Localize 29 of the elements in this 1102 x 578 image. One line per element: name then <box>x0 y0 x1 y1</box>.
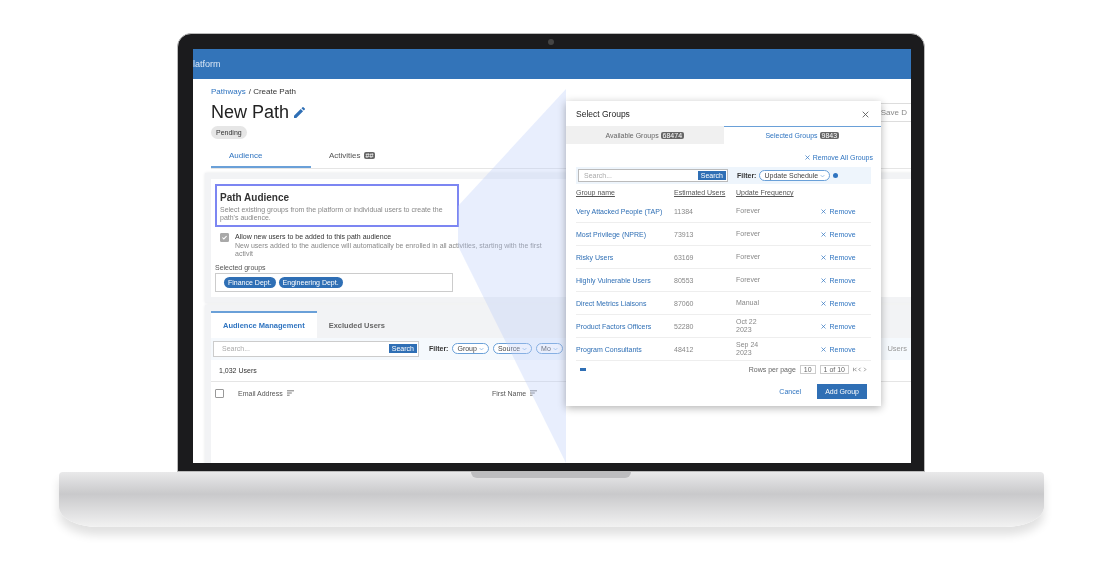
dialog-title: Select Groups <box>576 109 630 119</box>
chevron-down-icon <box>478 346 484 351</box>
close-icon <box>821 208 827 214</box>
sort-icon[interactable] <box>286 390 294 397</box>
close-icon <box>821 346 827 352</box>
close-icon <box>821 277 827 283</box>
checkbox[interactable] <box>220 232 229 242</box>
page-icon <box>580 368 586 371</box>
app-title: latform <box>193 59 221 69</box>
close-icon <box>821 300 827 306</box>
sort-icon[interactable] <box>530 390 538 397</box>
pagination-arrows-icon[interactable] <box>853 367 867 372</box>
camera-icon <box>548 39 554 45</box>
section-title: Path Audience <box>220 192 291 203</box>
chevron-down-icon <box>522 346 528 351</box>
breadcrumb-link[interactable]: Pathways <box>211 87 246 96</box>
close-icon <box>804 155 810 160</box>
page-title: New Path <box>211 102 290 123</box>
breadcrumb-current: / Create Path <box>248 87 296 96</box>
edit-icon[interactable] <box>294 107 306 118</box>
close-icon <box>821 254 827 260</box>
clear-filter-icon[interactable] <box>833 173 839 178</box>
checkbox[interactable] <box>215 388 224 398</box>
chevron-down-icon <box>820 173 826 178</box>
tab[interactable]: Audience <box>211 145 311 168</box>
close-icon <box>821 323 827 329</box>
close-icon <box>821 231 827 237</box>
chevron-down-icon <box>552 346 558 351</box>
close-icon[interactable] <box>862 110 869 118</box>
